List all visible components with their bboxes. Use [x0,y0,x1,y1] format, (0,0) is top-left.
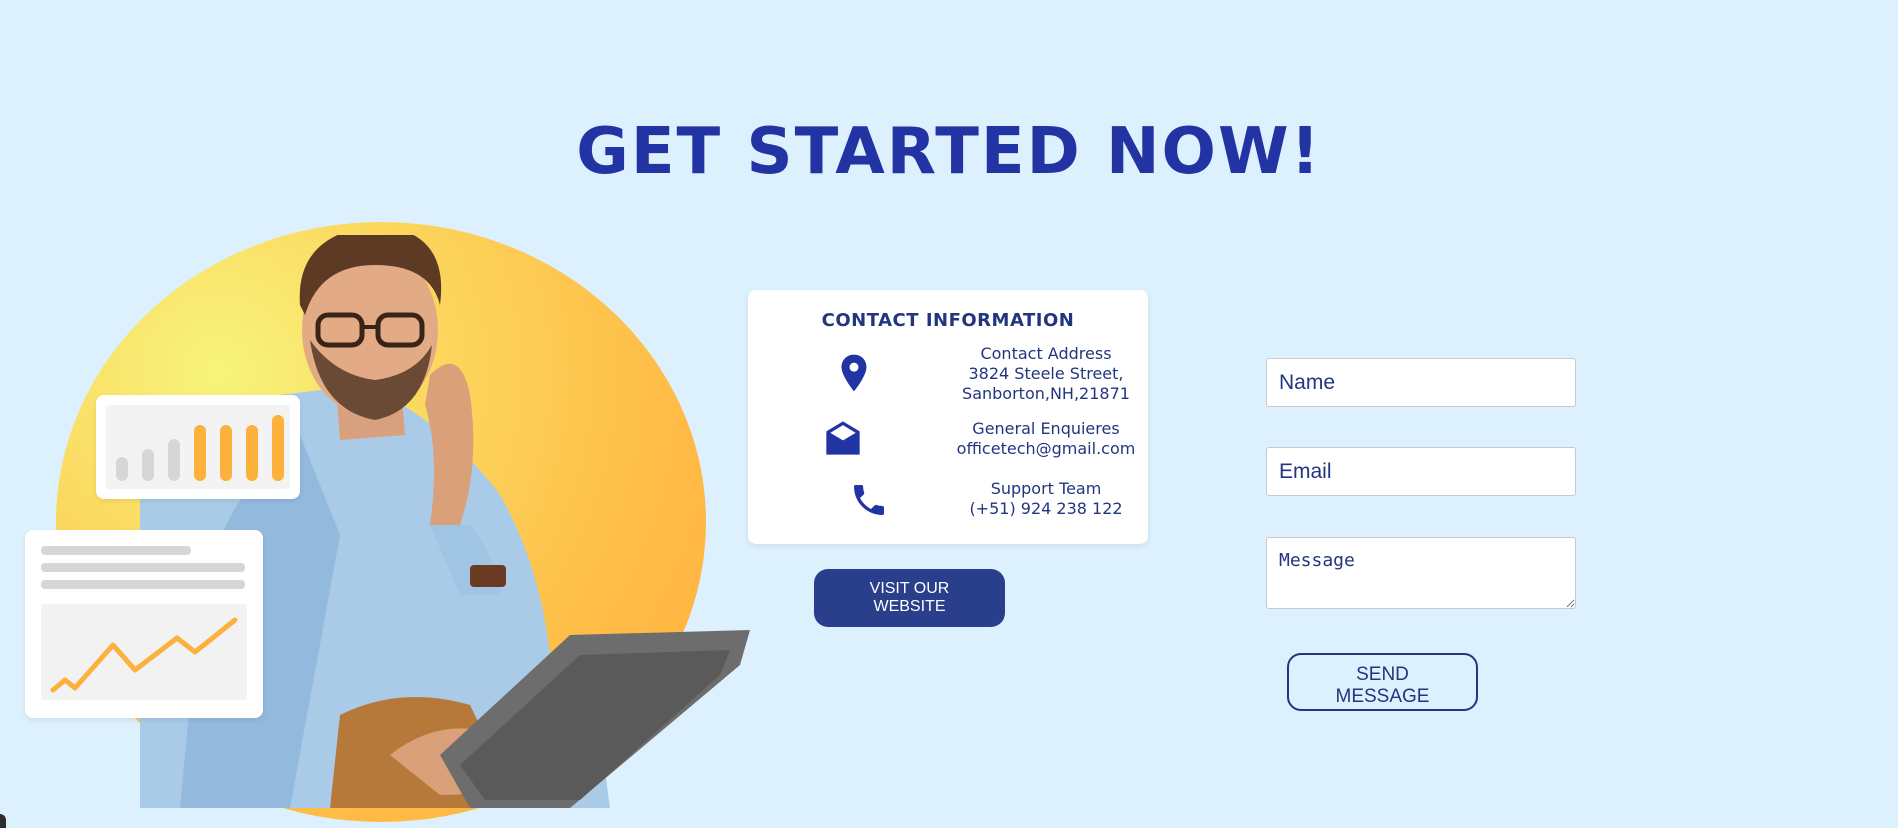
bar-chart-card [96,395,300,499]
general-enquiries: General Enquieres officetech@gmail.com [896,419,1196,459]
email-input[interactable] [1266,447,1576,496]
support-phone: (+51) 924 238 122 [969,499,1123,518]
contact-address-line2: Sanborton,NH,21871 [962,384,1130,403]
phone-icon [854,485,884,515]
envelope-open-icon [826,421,860,455]
name-input[interactable] [1266,358,1576,407]
support-team: Support Team (+51) 924 238 122 [896,479,1196,519]
contact-card-title: CONTACT INFORMATION [821,310,1075,331]
contact-email: officetech@gmail.com [956,439,1136,458]
line-chart-icon [41,546,247,700]
message-textarea[interactable] [1266,537,1576,609]
page-title: GET STARTED NOW! [576,115,1322,189]
send-message-button[interactable]: SEND MESSAGE [1287,653,1478,711]
contact-address-line1: 3824 Steele Street, [968,364,1124,383]
bar-chart-icon [116,415,284,481]
contact-address: Contact Address 3824 Steele Street, Sanb… [896,344,1196,404]
general-enquiries-label: General Enquieres [972,419,1120,438]
line-chart-card [25,530,263,718]
hero-illustration [0,210,770,822]
person-with-tablet-image [140,235,750,808]
contact-information-card: CONTACT INFORMATION Contact Address 3824… [748,290,1148,544]
location-pin-icon [841,354,867,392]
visit-website-button[interactable]: VISIT OUR WEBSITE [814,569,1005,627]
contact-address-label: Contact Address [980,344,1112,363]
support-team-label: Support Team [990,479,1102,498]
window-corner-decoration [0,814,6,828]
